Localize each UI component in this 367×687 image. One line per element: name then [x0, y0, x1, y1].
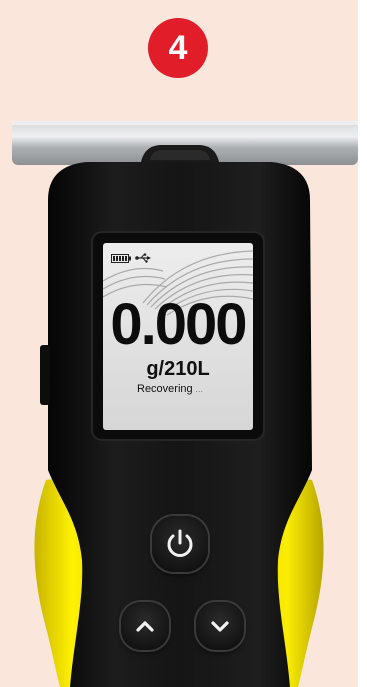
up-button[interactable]	[121, 602, 169, 650]
status-label: Recovering	[137, 383, 193, 395]
down-button[interactable]	[196, 602, 244, 650]
status-text: Recovering ...	[137, 383, 204, 398]
reading-unit: g/210L	[146, 358, 210, 380]
power-icon	[167, 529, 193, 557]
lcd-screen: 0.000 g/210L Recovering ...	[103, 243, 253, 430]
status-icons	[111, 253, 151, 263]
bac-reading: 0.000	[110, 292, 247, 357]
side-button	[40, 345, 50, 405]
status-dots: ...	[195, 388, 204, 394]
chevron-down-icon	[211, 621, 229, 632]
breathalyzer-step-illustration: 4 0.000 g/210L Recovering ...	[0, 0, 358, 687]
battery-icon	[111, 253, 131, 263]
power-button[interactable]	[152, 516, 208, 572]
usb-icon	[135, 253, 151, 263]
chevron-up-icon	[136, 621, 154, 632]
